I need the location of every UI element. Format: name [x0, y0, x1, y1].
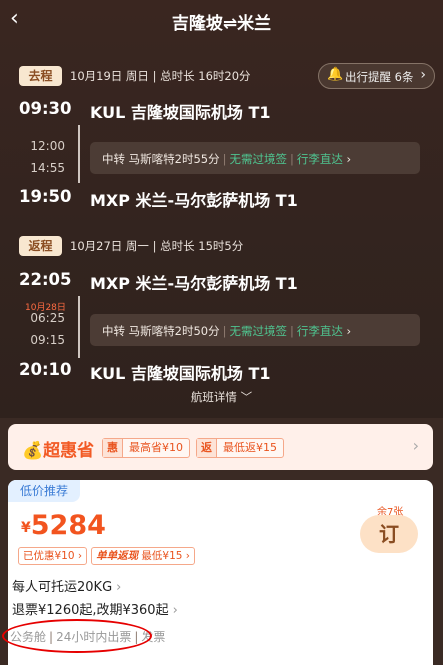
outbound-arrive-time: 19:50 — [19, 187, 72, 206]
return-stop-depart: 09:15 — [30, 333, 65, 347]
discount-chip[interactable]: 已优惠¥10 › — [18, 547, 88, 565]
book-button[interactable]: 订 — [360, 515, 418, 553]
outbound-meta: 10月19日 周日 | 总时长 16时20分 — [70, 69, 251, 83]
outbound-tag: 去程 — [19, 66, 62, 86]
flight-detail-link[interactable]: 航班详情 ﹀ — [0, 389, 443, 405]
visa-note: 无需过境签 — [229, 152, 287, 166]
outbound-stop-depart: 14:55 — [30, 161, 65, 175]
badge-value: 最高省¥10 — [129, 441, 183, 454]
outbound-stop-arrive: 12:00 — [30, 139, 65, 153]
travel-reminder-label: 出行提醒 6条 — [345, 70, 414, 84]
return-depart-time: 22:05 — [19, 270, 72, 289]
min-cashback-badge: 返最低返¥15 — [196, 438, 284, 458]
return-tag: 返程 — [19, 236, 62, 256]
outbound-arrive-airport: MXP 米兰-马尔彭萨机场 T1 — [90, 191, 298, 210]
timeline-line — [78, 296, 80, 358]
fare-price: ¥5284 — [21, 510, 106, 541]
luggage-note: 行李直达 — [296, 152, 343, 166]
chevron-right-icon: › — [346, 152, 352, 166]
low-price-tag: 低价推荐 — [8, 480, 80, 502]
cashback-chip-value: 最低¥15 › — [141, 550, 190, 562]
promo-card[interactable]: 💰超惠省 惠最高省¥10 返最低返¥15 › — [8, 424, 433, 470]
outbound-depart-airport: KUL 吉隆坡国际机场 T1 — [90, 103, 271, 122]
return-arrive-airport: KUL 吉隆坡国际机场 T1 — [90, 364, 271, 383]
badge-value: 最低返¥15 — [223, 441, 277, 454]
chevron-right-icon: › — [412, 436, 419, 455]
chevron-right-icon: › — [172, 603, 178, 618]
return-transfer-info[interactable]: 中转 马斯喀特2时50分 | 无需过境签 | 行李直达 › — [90, 314, 420, 346]
max-save-badge: 惠最高省¥10 — [102, 438, 190, 458]
discount-chips: 已优惠¥10 › 单单返现 最低¥15 › — [18, 547, 199, 566]
badge-label: 惠 — [103, 439, 123, 457]
return-depart-airport: MXP 米兰-马尔彭萨机场 T1 — [90, 274, 298, 293]
refund-text: 退票¥1260起,改期¥360起 — [12, 603, 169, 618]
highlight-circle — [2, 619, 152, 653]
return-stop-arrive: 06:25 — [30, 311, 65, 325]
return-meta: 10月27日 周一 | 总时长 15时5分 — [70, 239, 244, 253]
return-arrive-time: 20:10 — [19, 360, 72, 379]
money-bag-icon: 💰 — [22, 441, 44, 461]
price-value: 5284 — [30, 510, 106, 541]
page-title: 吉隆坡⇌米兰 — [171, 14, 272, 34]
chevron-right-icon: › — [346, 324, 352, 338]
currency-symbol: ¥ — [21, 520, 31, 536]
cashback-chip[interactable]: 单单返现 最低¥15 › — [91, 547, 195, 565]
transfer-label: 中转 马斯喀特2时50分 — [102, 324, 220, 338]
visa-note: 无需过境签 — [229, 324, 287, 338]
travel-reminder-button[interactable]: 🔔 出行提醒 6条 › — [318, 63, 435, 89]
transfer-label: 中转 马斯喀特2时55分 — [102, 152, 220, 166]
timeline-line — [78, 125, 80, 183]
cashback-chip-title: 单单返现 — [96, 550, 139, 562]
refund-info[interactable]: 退票¥1260起,改期¥360起 › — [12, 599, 178, 618]
bell-icon: 🔔 — [327, 67, 344, 82]
outbound-transfer-info[interactable]: 中转 马斯喀特2时55分 | 无需过境签 | 行李直达 › — [90, 142, 420, 174]
promo-brand-label: 超惠省 — [43, 441, 95, 461]
header: ‹ 吉隆坡⇌米兰 — [0, 0, 443, 40]
badge-label: 返 — [197, 439, 217, 457]
outbound-depart-time: 09:30 — [19, 99, 72, 118]
chevron-right-icon: › — [116, 580, 122, 595]
baggage-text: 每人可托运20KG — [12, 580, 113, 595]
promo-brand: 💰超惠省 — [22, 436, 94, 461]
chevron-right-icon: › — [420, 67, 426, 83]
luggage-note: 行李直达 — [296, 324, 343, 338]
baggage-info[interactable]: 每人可托运20KG › — [12, 576, 121, 595]
